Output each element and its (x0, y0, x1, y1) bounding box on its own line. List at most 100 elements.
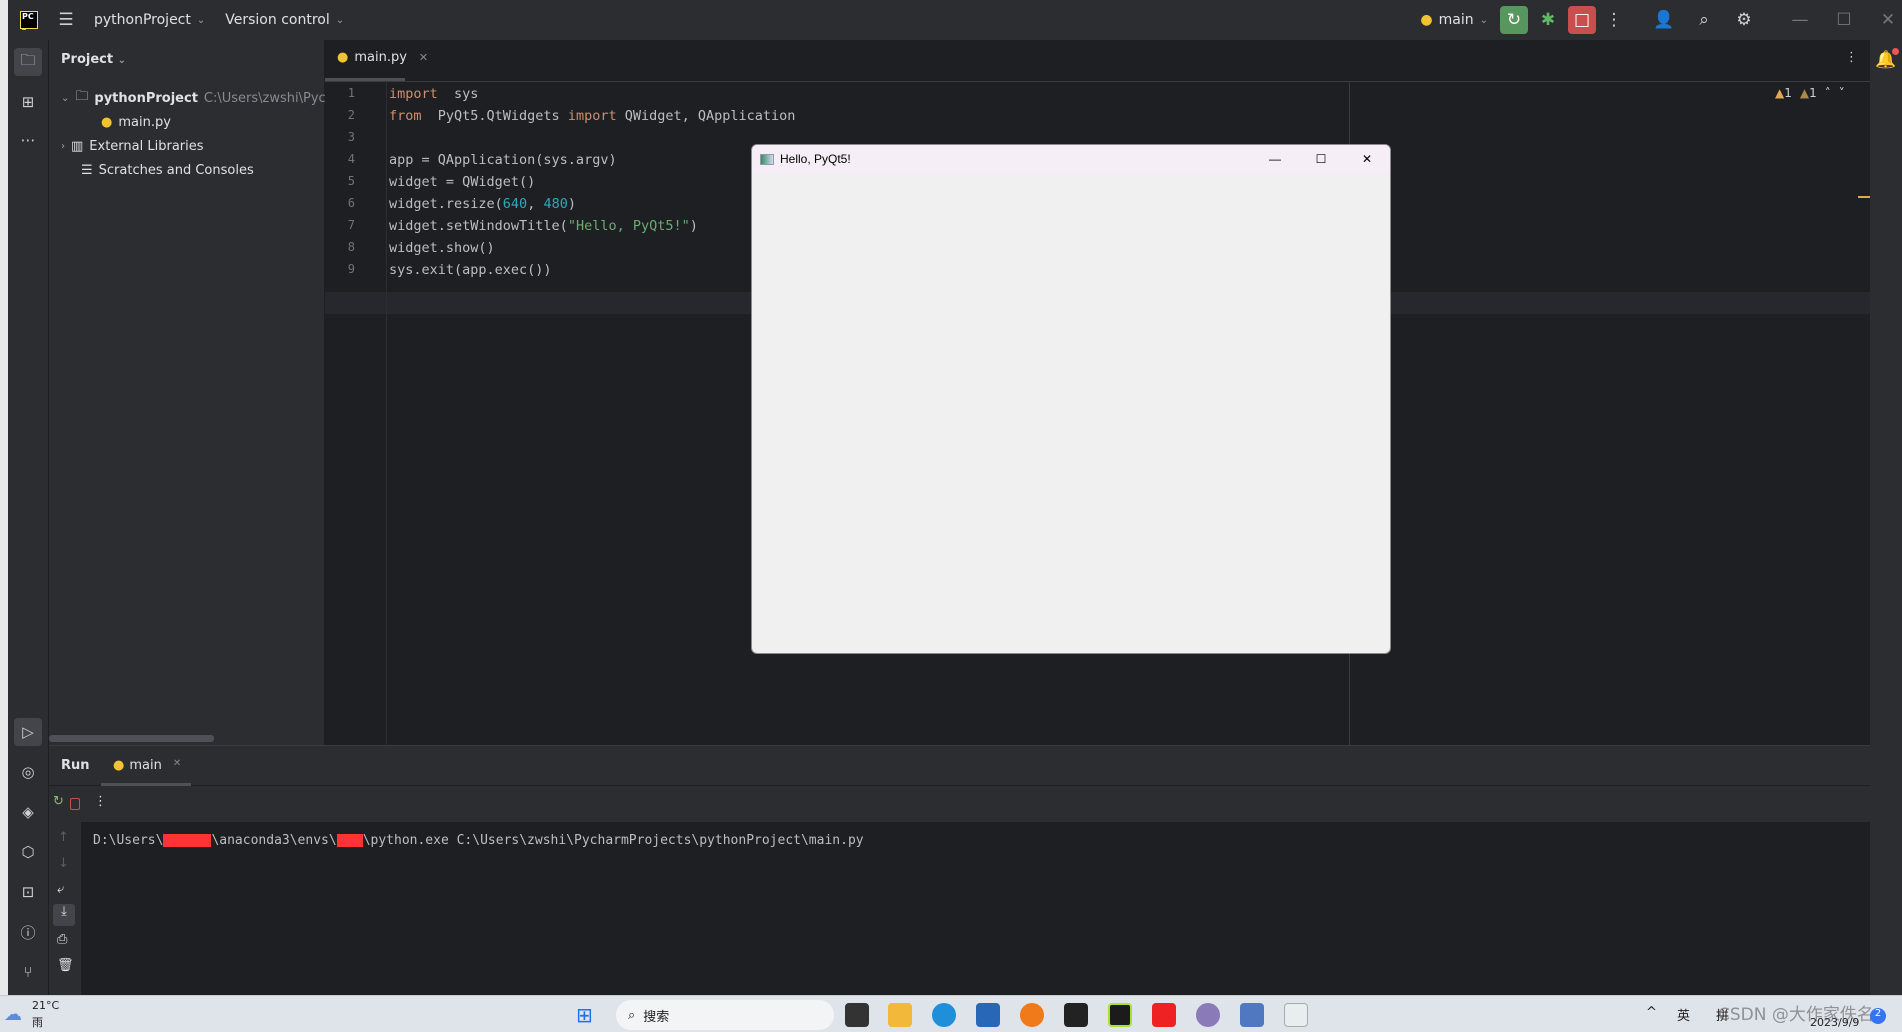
run-panel: Run ● main ✕ ↻ ⋮ ↑ ↓ ⤶ ⤓ ⎙ 🗑 D:\Users\ \ana… (49, 745, 1870, 996)
console-output[interactable]: D:\Users\ \anaconda3\envs\ \python.exe C:\… (93, 833, 864, 848)
git-icon[interactable]: ⑂ (14, 958, 42, 986)
code-line[interactable]: widget = QWidget() (389, 174, 535, 190)
code-token: widget.show() (389, 240, 495, 256)
minimize-button[interactable]: — (1786, 6, 1814, 34)
edge-icon[interactable] (932, 1003, 956, 1027)
vcs-label: Version control (225, 12, 330, 28)
python-console-icon[interactable]: ◎ (14, 758, 42, 786)
code-token: "Hello, PyQt5!" (567, 218, 690, 234)
tree-item-pythonproject[interactable]: ⌄ 🗀 pythonProject C:\Users\zwshi\Pych (61, 86, 334, 110)
code-token: sys (437, 86, 479, 102)
rerun-button[interactable]: ↻ (1500, 6, 1528, 34)
app-icon[interactable] (1196, 1003, 1220, 1027)
code-token: ) (567, 196, 576, 212)
tree-item-main-py[interactable]: ● main.py (101, 110, 171, 134)
tab-main-py[interactable]: ● main.py ✕ (337, 50, 428, 65)
run-tool-icon[interactable]: ▷ (14, 718, 42, 746)
close-button[interactable]: ✕ (1874, 6, 1902, 34)
code-token: widget.resize( (389, 196, 503, 212)
minimize-button[interactable]: — (1252, 152, 1298, 166)
close-tab-icon[interactable]: ✕ (173, 758, 181, 773)
project-tool-icon[interactable]: 🗀 (14, 48, 42, 76)
app-icon[interactable] (1240, 1003, 1264, 1027)
weather-temp[interactable]: 21°C (32, 999, 59, 1012)
maximize-button[interactable]: ☐ (1830, 6, 1858, 34)
code-line[interactable]: widget.setWindowTitle("Hello, PyQt5!") (389, 218, 698, 234)
more-icon[interactable]: ⋮ (1600, 6, 1628, 34)
rerun-icon[interactable]: ↻ (53, 794, 64, 809)
pyqt-window-task-icon[interactable] (1284, 1003, 1308, 1027)
code-token: app = QApplication(sys.argv) (389, 152, 617, 168)
store-icon[interactable] (976, 1003, 1000, 1027)
start-button[interactable]: ⊞ (576, 1003, 593, 1027)
scroll-to-end-icon[interactable]: ⤓ (53, 904, 75, 926)
debug-button[interactable]: ✱ (1534, 6, 1562, 34)
file-explorer-icon[interactable] (888, 1003, 912, 1027)
print-icon[interactable]: ⎙ (57, 932, 67, 947)
pyqt-window-titlebar[interactable]: Hello, PyQt5! — ☐ ✕ (752, 145, 1390, 173)
arrow-down-icon[interactable]: ↓ (58, 856, 69, 871)
chevron-up-icon[interactable]: ^ (1646, 1005, 1657, 1020)
vcs-dropdown[interactable]: Version control ⌄ (225, 12, 344, 28)
python-file-icon: ● (337, 50, 349, 65)
chevron-down-icon: ⌄ (117, 55, 126, 66)
taskbar: ☁ 21°C 雨 ⊞ ⌕ 搜索 ^ 英 拼 2023/9/9 CSDN @大作家佚… (0, 995, 1902, 1032)
stop-icon[interactable] (70, 798, 80, 810)
code-token: 640 (502, 196, 528, 212)
main-menu-icon[interactable]: ☰ (52, 6, 80, 34)
console-side-toolbar: ↑ ↓ ⤶ ⤓ ⎙ 🗑 (49, 822, 81, 996)
trash-icon[interactable]: 🗑 (57, 958, 74, 973)
left-tool-strip: 🗀 ⊞ ⋯ ▷ ◎ ◈ ⬡ ⊡ ⓘ ⑂ (8, 40, 49, 995)
tree-item-scratches[interactable]: ☰ Scratches and Consoles (81, 158, 254, 182)
notification-badge[interactable]: 2 (1870, 1008, 1886, 1024)
pyqt-window[interactable]: Hello, PyQt5! — ☐ ✕ (751, 144, 1391, 654)
code-token: import (567, 108, 617, 124)
run-tab-main[interactable]: ● main ✕ (113, 758, 181, 773)
close-tab-icon[interactable]: ✕ (419, 51, 428, 64)
chevron-down-icon: ⌄ (196, 14, 206, 26)
more-icon[interactable]: ⋮ (94, 794, 107, 809)
chevron-right-icon: › (61, 140, 65, 152)
tab-options-icon[interactable]: ⋮ (1845, 50, 1858, 65)
add-user-icon[interactable]: 👤 (1650, 6, 1678, 34)
wps-icon[interactable] (1152, 1003, 1176, 1027)
python-packages-icon[interactable]: ◈ (14, 798, 42, 826)
terminal-icon[interactable]: ⊡ (14, 878, 42, 906)
run-config-label: main (1438, 12, 1474, 28)
code-line[interactable]: widget.show() (389, 240, 495, 256)
pycharm-app-icon[interactable] (1108, 1003, 1132, 1027)
gear-icon[interactable]: ⚙ (1730, 6, 1758, 34)
problems-icon[interactable]: ⓘ (14, 918, 42, 946)
tree-path: C:\Users\zwshi\Pych (203, 90, 334, 106)
search-app-icon[interactable] (1020, 1003, 1044, 1027)
code-token: , (527, 196, 544, 212)
project-panel-title[interactable]: Project ⌄ (61, 52, 126, 67)
soft-wrap-icon[interactable]: ⤶ (57, 882, 64, 897)
taskbar-search[interactable]: ⌕ 搜索 (616, 1000, 834, 1030)
ime-language[interactable]: 英 (1677, 1005, 1690, 1024)
arrow-up-icon[interactable]: ↑ (58, 830, 69, 845)
horizontal-scrollbar[interactable] (49, 735, 214, 742)
more-tools-icon[interactable]: ⋯ (14, 126, 42, 154)
tree-item-external-libraries[interactable]: › ▥ External Libraries (61, 134, 204, 158)
run-config-dropdown[interactable]: ● main ⌄ (1420, 12, 1488, 28)
task-view-icon[interactable] (845, 1003, 869, 1027)
maximize-button[interactable]: ☐ (1298, 152, 1344, 166)
stop-button[interactable]: □ (1568, 6, 1596, 34)
close-button[interactable]: ✕ (1344, 152, 1390, 166)
code-line[interactable]: app = QApplication(sys.argv) (389, 152, 617, 168)
code-token: QWidget, QApplication (616, 108, 796, 124)
tree-label: main.py (118, 114, 171, 130)
code-line[interactable]: sys.exit(app.exec()) (389, 262, 552, 278)
terminal-app-icon[interactable] (1064, 1003, 1088, 1027)
code-line[interactable]: widget.resize(640, 480) (389, 196, 576, 212)
search-icon[interactable]: ⌕ (1690, 6, 1718, 34)
project-dropdown[interactable]: pythonProject ⌄ (94, 12, 205, 28)
weather-desc: 雨 (32, 1016, 43, 1029)
structure-icon[interactable]: ⊞ (14, 88, 42, 116)
active-tab-underline (325, 78, 405, 81)
services-icon[interactable]: ⬡ (14, 838, 42, 866)
redacted-block (163, 834, 212, 847)
code-line[interactable]: import sys (389, 86, 478, 102)
code-line[interactable]: from PyQt5.QtWidgets import QWidget, QAp… (389, 108, 795, 124)
